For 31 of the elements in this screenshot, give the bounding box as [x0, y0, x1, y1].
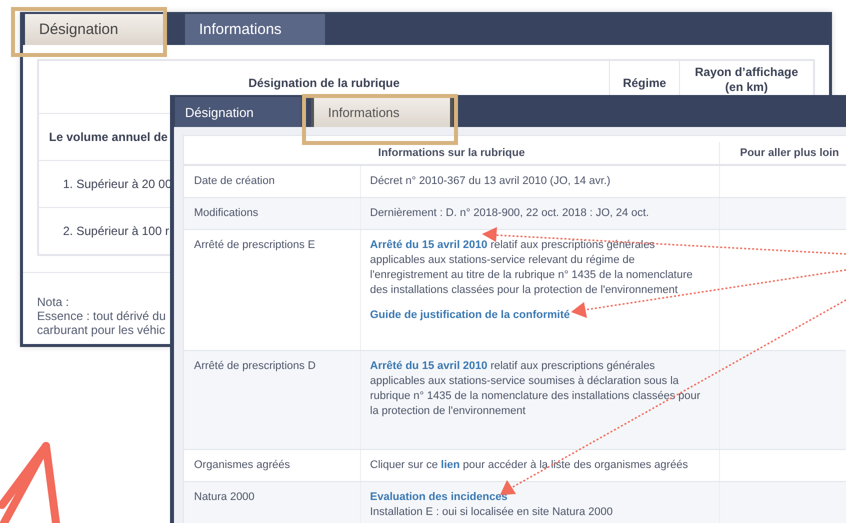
table-cell-text: 2. Supérieur à 100 r — [62, 224, 170, 238]
cell-text: Cliquer sur ce lien pour accéder à la liste des organismes agréés — [370, 458, 689, 473]
column-header: Désignation de la rubrique — [247, 76, 401, 92]
column-header: Rayon d’affichage — [694, 65, 798, 79]
link[interactable]: Guide de justification de la conformité — [370, 309, 570, 321]
cell-text: Arrêté du 15 avril 2010 relatif aux prescriptions générales applicables aux stations-service relevant du régime de l'enregistrement au titre de la rubrique n° 1435 de la nomenclature des installations classées pour la protection de l'environnement — [370, 238, 694, 298]
cell-text: Arrêté du 15 avril 2010 relatif aux prescriptions générales applicables aux stations-service soumises à déclaration sous la rubrique n° 1435 de la nomenclature des installations classées pour la protection de l'environnement — [370, 359, 702, 419]
link[interactable]: Arrêté du 15 avril 2010 — [370, 239, 488, 251]
row-label: Arrêté de prescriptions D — [194, 360, 316, 372]
cell-text: Installation E : oui si localisée en site Natura 2000 — [370, 505, 614, 520]
tab[interactable]: Informations — [185, 14, 325, 45]
tab[interactable]: Informations — [311, 97, 453, 127]
cell-text: Décret n° 2010-367 du 13 avril 2010 (JO, 14 avr.) — [370, 174, 612, 189]
row-label: Organismes agréés — [194, 459, 290, 471]
column-header: Informations sur la rubrique — [378, 147, 525, 159]
table-cell-text: Le volume annuel de — [48, 130, 168, 144]
row-label: Date de création — [194, 175, 275, 187]
cell-text: Dernièrement : D. n° 2018-900, 22 oct. 2018 : JO, 24 oct. — [370, 206, 650, 221]
row-label: Modifications — [194, 207, 258, 219]
note-text: Essence : tout dérivé du — [37, 309, 166, 323]
row-label: Arrêté de prescriptions E — [194, 239, 316, 251]
column-header: (en km) — [725, 80, 768, 94]
column-header: Pour aller plus loin — [740, 147, 840, 159]
link[interactable]: Evaluation des incidences — [370, 491, 508, 503]
link[interactable]: Arrêté du 15 avril 2010 — [370, 360, 488, 372]
note-text: Nota : — [37, 295, 70, 309]
tab[interactable]: Désignation — [175, 97, 301, 127]
row-label: Natura 2000 — [194, 491, 255, 503]
link[interactable]: lien — [440, 459, 460, 471]
note-text: carburant pour les véhic — [37, 323, 166, 337]
tab[interactable]: Désignation — [25, 14, 165, 45]
